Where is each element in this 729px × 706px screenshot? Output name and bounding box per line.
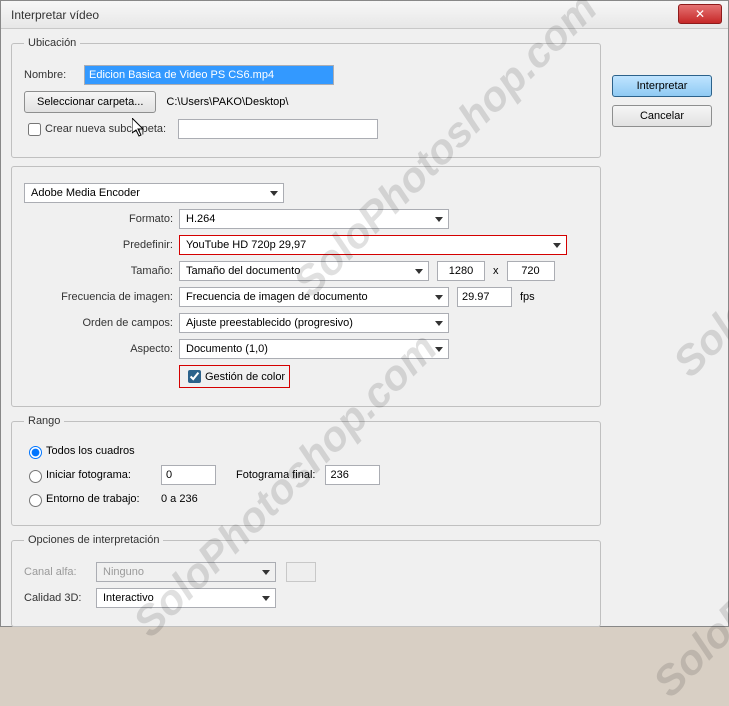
location-legend: Ubicación bbox=[24, 37, 80, 49]
cancel-button[interactable]: Cancelar bbox=[612, 105, 712, 127]
dialog-actions: Interpretar Cancelar bbox=[612, 75, 712, 135]
range-start-input[interactable] bbox=[161, 465, 216, 485]
size-x: x bbox=[493, 265, 499, 277]
range-workarea-value: 0 a 236 bbox=[161, 493, 198, 505]
close-icon: ✕ bbox=[695, 7, 705, 21]
render-legend: Opciones de interpretación bbox=[24, 534, 163, 546]
range-all-label: Todos los cuadros bbox=[46, 445, 135, 457]
range-workarea-radio[interactable] bbox=[29, 494, 42, 507]
dialog-content: Ubicación Nombre: Seleccionar carpeta...… bbox=[1, 29, 728, 626]
alpha-label: Canal alfa: bbox=[24, 566, 96, 578]
range-workarea-label: Entorno de trabajo: bbox=[46, 493, 161, 505]
range-legend: Rango bbox=[24, 415, 64, 427]
encoder-engine-select[interactable]: Adobe Media Encoder bbox=[24, 183, 284, 203]
fps-label: Frecuencia de imagen: bbox=[24, 291, 179, 303]
fps-mode-select[interactable]: Frecuencia de imagen de documento bbox=[179, 287, 449, 307]
width-input[interactable] bbox=[437, 261, 485, 281]
preset-select[interactable]: YouTube HD 720p 29,97 bbox=[179, 235, 567, 255]
alpha-swatch bbox=[286, 562, 316, 582]
preset-label: Predefinir: bbox=[24, 239, 179, 251]
name-label: Nombre: bbox=[24, 69, 84, 81]
field-order-select[interactable]: Ajuste preestablecido (progresivo) bbox=[179, 313, 449, 333]
close-button[interactable]: ✕ bbox=[678, 4, 722, 24]
size-mode-select[interactable]: Tamaño del documento bbox=[179, 261, 429, 281]
new-subfolder-input[interactable] bbox=[178, 119, 378, 139]
folder-path: C:\Users\PAKO\Desktop\ bbox=[166, 96, 288, 108]
encoder-group: Adobe Media Encoder Formato: H.264 Prede… bbox=[11, 166, 601, 407]
format-label: Formato: bbox=[24, 213, 179, 225]
quality-label: Calidad 3D: bbox=[24, 592, 96, 604]
format-select[interactable]: H.264 bbox=[179, 209, 449, 229]
color-mgmt-checkbox[interactable] bbox=[188, 370, 201, 383]
fps-input[interactable] bbox=[457, 287, 512, 307]
window-title: Interpretar vídeo bbox=[11, 8, 99, 22]
color-mgmt-wrap: Gestión de color bbox=[179, 365, 290, 388]
new-subfolder-checkbox[interactable] bbox=[28, 123, 41, 136]
titlebar: Interpretar vídeo ✕ bbox=[1, 1, 728, 29]
size-label: Tamaño: bbox=[24, 265, 179, 277]
ok-button[interactable]: Interpretar bbox=[612, 75, 712, 97]
range-start-radio[interactable] bbox=[29, 470, 42, 483]
new-subfolder-label: Crear nueva subcarpeta: bbox=[45, 123, 172, 135]
range-end-label: Fotograma final: bbox=[236, 469, 315, 481]
range-end-input[interactable] bbox=[325, 465, 380, 485]
location-group: Ubicación Nombre: Seleccionar carpeta...… bbox=[11, 37, 601, 158]
range-all-radio[interactable] bbox=[29, 446, 42, 459]
color-mgmt-label: Gestión de color bbox=[205, 371, 285, 383]
name-input[interactable] bbox=[84, 65, 334, 85]
quality-select[interactable]: Interactivo bbox=[96, 588, 276, 608]
dialog-window: Interpretar vídeo ✕ Ubicación Nombre: Se… bbox=[0, 0, 729, 627]
range-start-label: Iniciar fotograma: bbox=[46, 469, 161, 481]
render-group: Opciones de interpretación Canal alfa: N… bbox=[11, 534, 601, 627]
field-order-label: Orden de campos: bbox=[24, 317, 179, 329]
height-input[interactable] bbox=[507, 261, 555, 281]
range-group: Rango Todos los cuadros Iniciar fotogram… bbox=[11, 415, 601, 526]
select-folder-button[interactable]: Seleccionar carpeta... bbox=[24, 91, 156, 113]
fps-unit: fps bbox=[520, 291, 535, 303]
aspect-label: Aspecto: bbox=[24, 343, 179, 355]
aspect-select[interactable]: Documento (1,0) bbox=[179, 339, 449, 359]
alpha-select: Ninguno bbox=[96, 562, 276, 582]
